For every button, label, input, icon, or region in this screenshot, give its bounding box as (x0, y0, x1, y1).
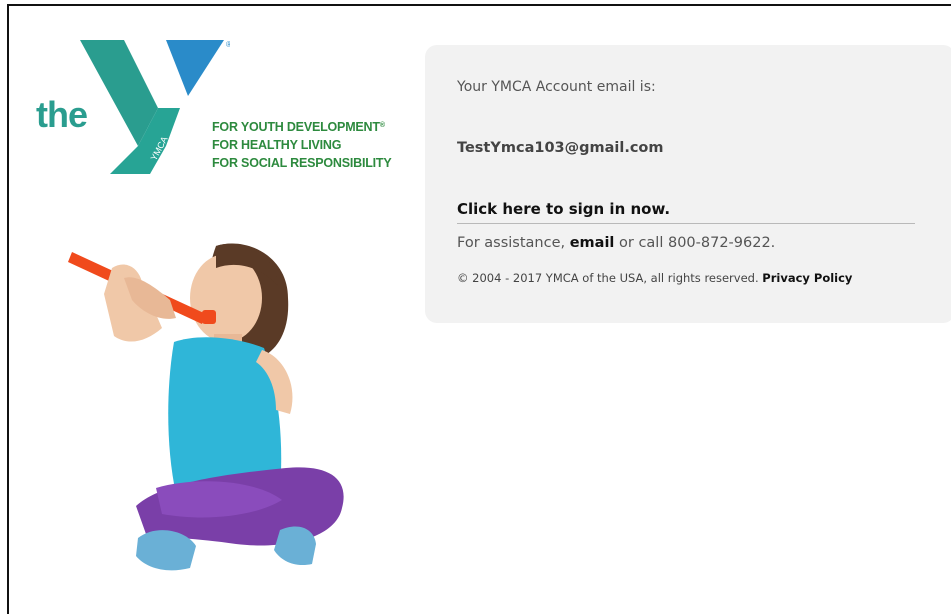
account-email: TestYmca103@gmail.com (457, 140, 664, 156)
child-playing-recorder-image (68, 243, 344, 571)
copyright-text: © 2004 - 2017 YMCA of the USA, all right… (457, 271, 853, 285)
sign-in-link[interactable]: Click here to sign in now. (457, 200, 670, 218)
privacy-policy-link[interactable]: Privacy Policy (762, 271, 852, 285)
tagline-line-2: FOR HEALTHY LIVING (212, 138, 342, 152)
logo-tagline: FOR YOUTH DEVELOPMENT® FOR HEALTHY LIVIN… (212, 118, 392, 172)
tagline-line-1: FOR YOUTH DEVELOPMENT® (212, 120, 385, 134)
logo-registered-mark: ® (226, 40, 230, 49)
tagline-line-3: FOR SOCIAL RESPONSIBILITY (212, 156, 392, 170)
account-info-panel: Your YMCA Account email is: TestYmca103@… (425, 45, 951, 323)
assistance-text: For assistance, email or call 800-872-96… (457, 235, 776, 251)
ymca-logo: the YMCA ® FOR YOUTH DEVELOPMENT® FOR HE… (36, 38, 396, 183)
email-support-link[interactable]: email (570, 235, 615, 251)
email-label: Your YMCA Account email is: (457, 79, 656, 95)
ymca-y-logo-icon: YMCA ® (80, 40, 230, 174)
divider (457, 223, 915, 224)
